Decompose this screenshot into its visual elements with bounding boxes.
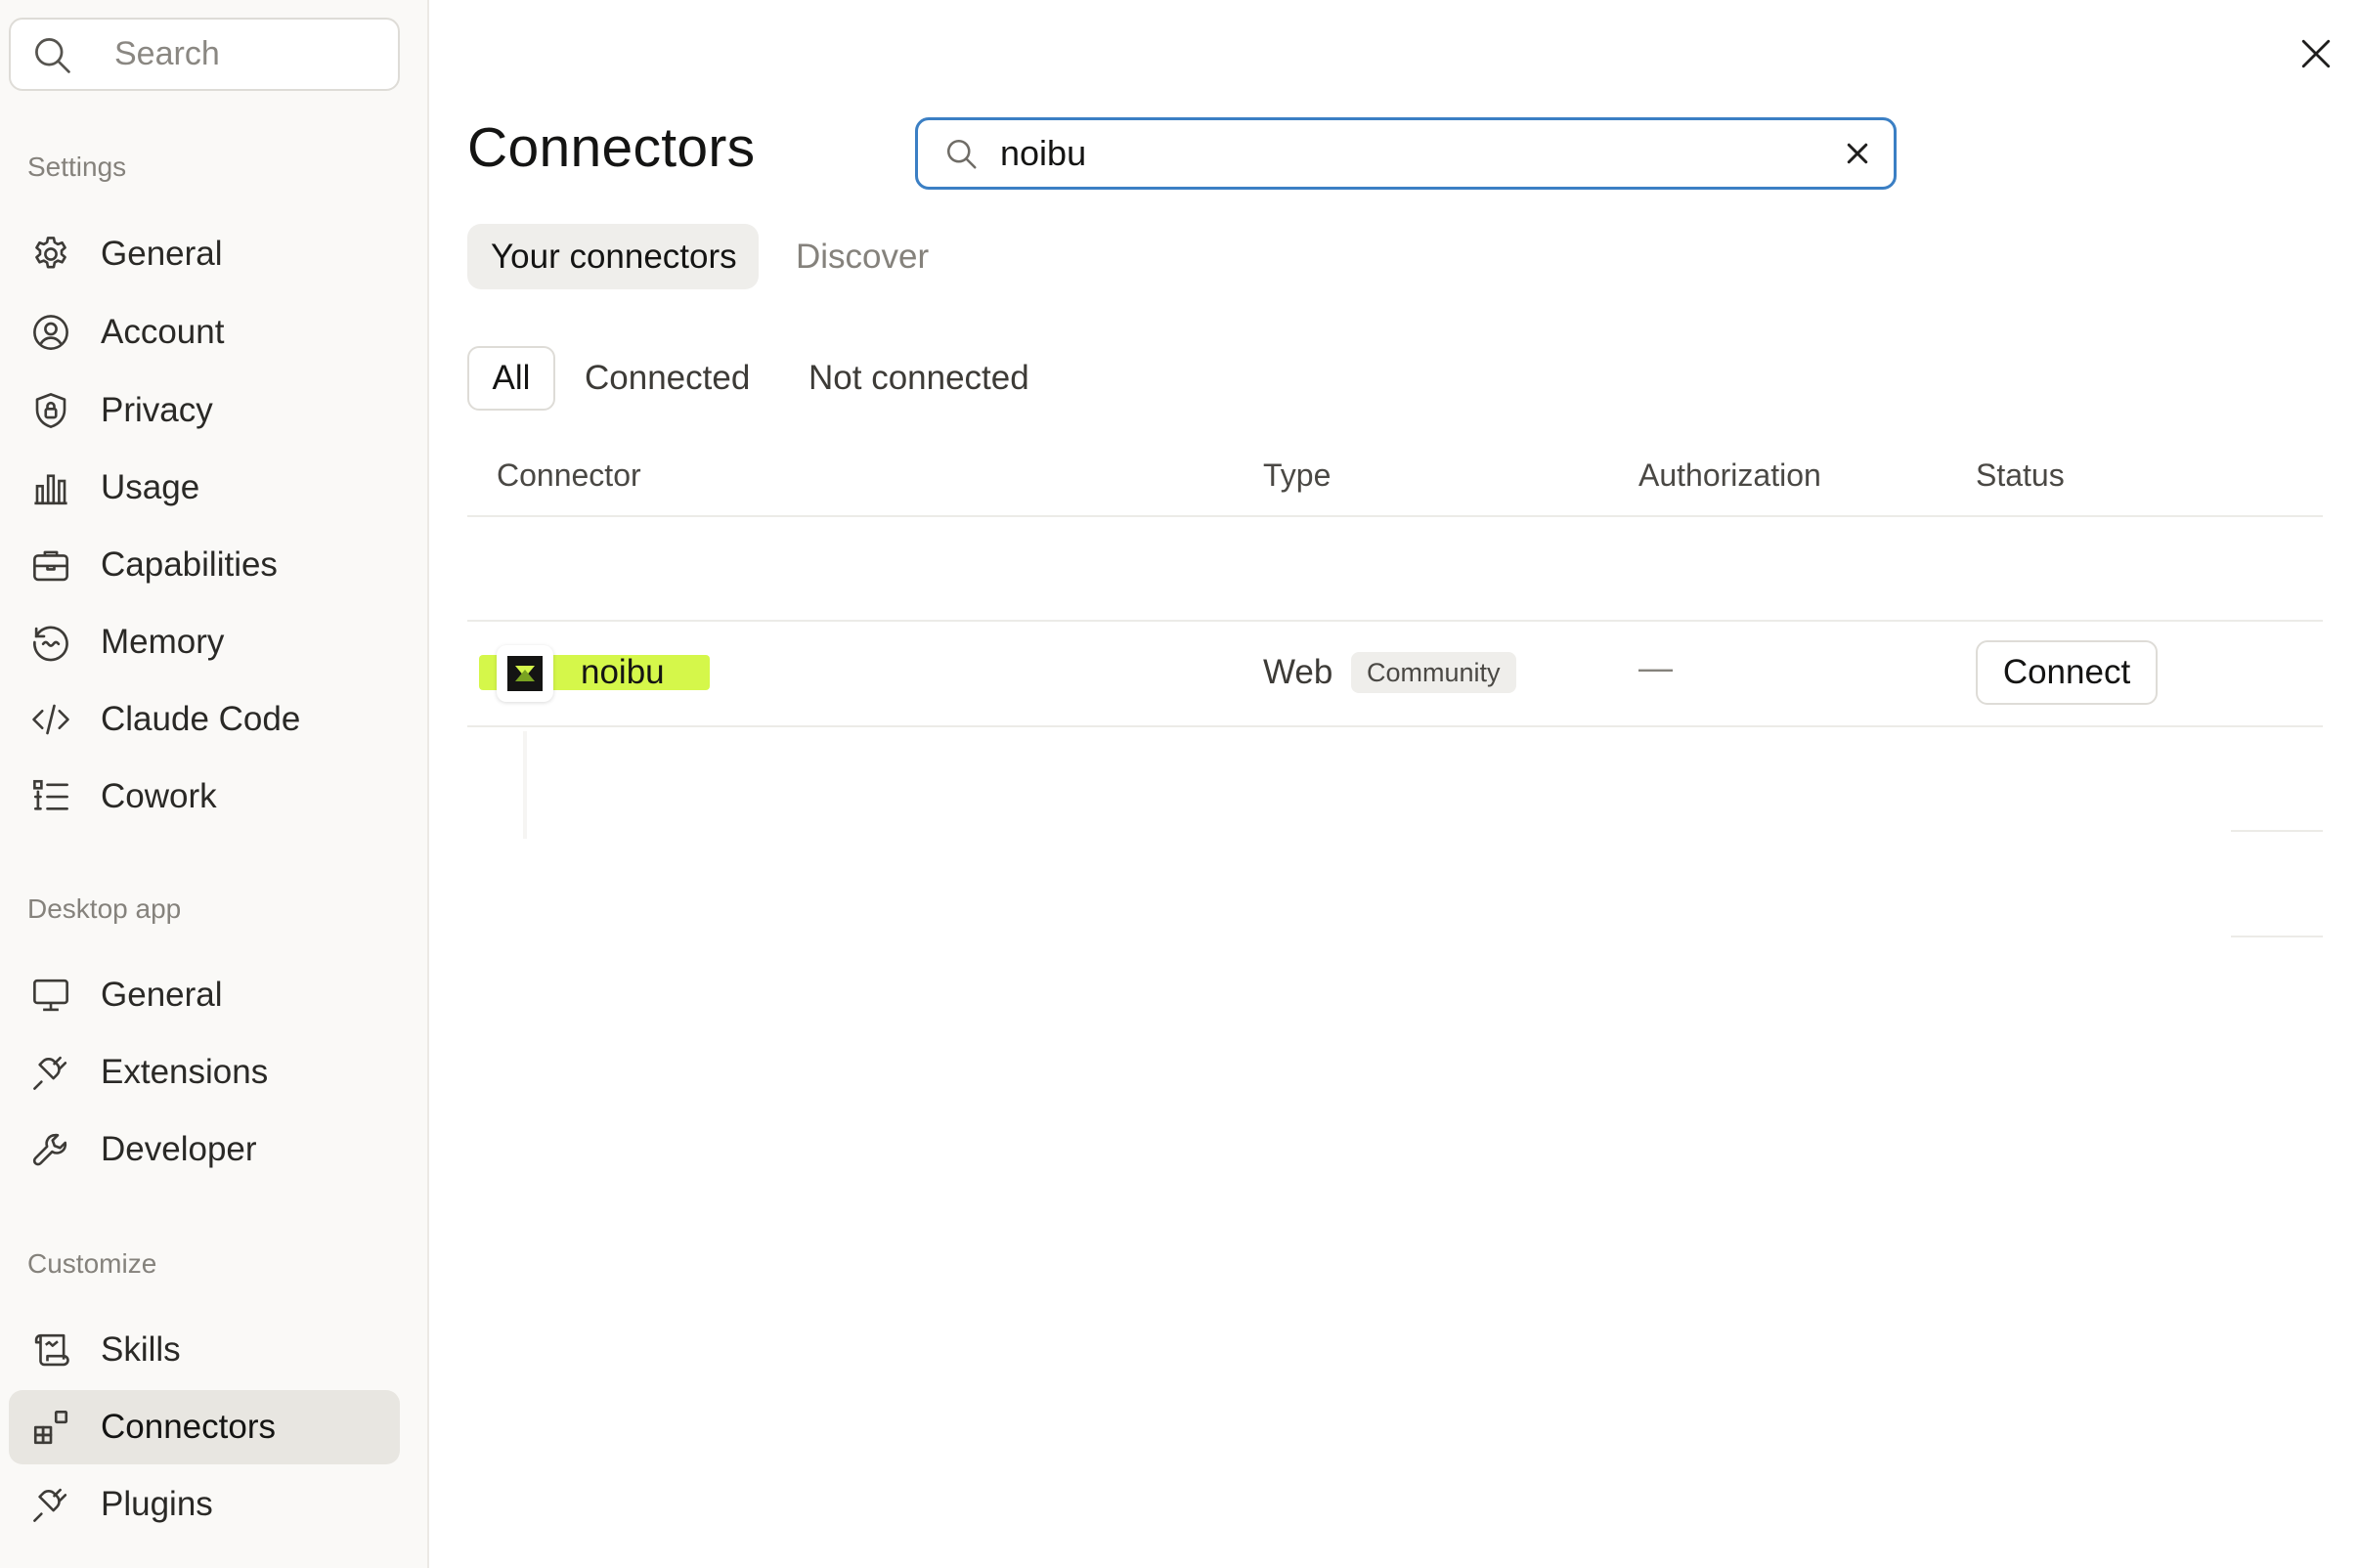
column-header-status: Status	[1976, 457, 2065, 493]
sidebar-item-label: Claude Code	[101, 700, 301, 738]
sidebar-item-label: Account	[101, 313, 225, 351]
sidebar-item-label: Developer	[101, 1130, 257, 1168]
row-divider	[2231, 830, 2323, 832]
sidebar-item-capabilities[interactable]: Capabilities	[9, 528, 400, 602]
monitor-icon	[28, 973, 73, 1018]
sidebar-item-label: Privacy	[101, 391, 213, 429]
wrench-icon	[28, 1127, 73, 1172]
section-label-settings: Settings	[27, 152, 127, 182]
sidebar-item-usage[interactable]: Usage	[9, 451, 400, 525]
sidebar-item-general[interactable]: General	[9, 217, 400, 291]
tab-discover[interactable]: Discover	[794, 224, 931, 289]
sidebar-item-developer[interactable]: Developer	[9, 1112, 400, 1187]
scroll-icon	[28, 1328, 73, 1372]
search-icon	[30, 33, 73, 76]
sidebar-item-connectors[interactable]: Connectors	[9, 1390, 400, 1464]
sidebar-item-plugins[interactable]: Plugins	[9, 1467, 400, 1542]
sidebar-item-label: Skills	[101, 1330, 181, 1369]
sidebar-item-label: Usage	[101, 468, 200, 506]
plug-icon	[28, 1050, 73, 1095]
search-icon	[943, 136, 979, 171]
sidebar-item-label: General	[101, 235, 223, 273]
sidebar-search-input[interactable]	[112, 34, 390, 74]
code-icon	[28, 697, 73, 742]
connect-button[interactable]: Connect	[1976, 640, 2158, 705]
sidebar-search[interactable]	[9, 18, 400, 91]
sidebar-item-label: Connectors	[101, 1408, 276, 1446]
authorization-value: —	[1638, 649, 1673, 687]
sidebar-item-privacy[interactable]: Privacy	[9, 373, 400, 448]
column-header-authorization: Authorization	[1638, 457, 1821, 493]
sidebar-item-account[interactable]: Account	[9, 295, 400, 370]
filter-all[interactable]: All	[467, 346, 555, 411]
connector-name[interactable]: noibu	[581, 653, 665, 692]
community-badge: Community	[1351, 652, 1516, 693]
connectors-icon	[28, 1405, 73, 1450]
connector-type: Web	[1263, 653, 1333, 691]
row-divider	[467, 725, 2323, 727]
memory-icon	[28, 620, 73, 665]
header-divider	[467, 515, 2323, 517]
sidebar-item-extensions[interactable]: Extensions	[9, 1035, 400, 1110]
column-header-connector: Connector	[497, 457, 641, 493]
column-header-type: Type	[1263, 457, 1332, 493]
plug-icon	[28, 1482, 73, 1527]
settings-sidebar: Settings General Account Privacy Usage C…	[0, 0, 429, 1568]
shield-lock-icon	[28, 388, 73, 433]
divider	[523, 731, 527, 839]
sidebar-item-label: Plugins	[101, 1485, 213, 1523]
sidebar-item-cowork[interactable]: Cowork	[9, 760, 400, 834]
close-icon	[2299, 37, 2333, 70]
bar-chart-icon	[28, 465, 73, 510]
sidebar-item-desktop-general[interactable]: General	[9, 958, 400, 1032]
tab-your-connectors[interactable]: Your connectors	[467, 224, 759, 289]
sidebar-item-label: General	[101, 976, 223, 1014]
user-circle-icon	[28, 310, 73, 355]
section-label-customize: Customize	[27, 1248, 157, 1279]
clear-search-icon[interactable]	[1843, 139, 1872, 168]
sidebar-item-label: Extensions	[101, 1053, 269, 1091]
row-divider	[2231, 936, 2323, 937]
page-title: Connectors	[467, 116, 756, 179]
connector-search-input[interactable]	[998, 132, 1804, 175]
noibu-logo-icon	[497, 645, 553, 702]
sidebar-item-label: Memory	[101, 623, 225, 661]
sidebar-item-label: Capabilities	[101, 545, 278, 584]
sidebar-item-label: Cowork	[101, 777, 217, 815]
close-button[interactable]	[2293, 31, 2338, 76]
sidebar-item-claude-code[interactable]: Claude Code	[9, 682, 400, 757]
sidebar-item-memory[interactable]: Memory	[9, 605, 400, 679]
section-label-desktop-app: Desktop app	[27, 893, 182, 924]
sidebar-item-skills[interactable]: Skills	[9, 1313, 400, 1387]
briefcase-icon	[28, 543, 73, 588]
filter-not-connected[interactable]: Not connected	[808, 346, 1029, 411]
connector-search[interactable]	[915, 117, 1897, 190]
row-divider	[467, 620, 2323, 622]
checklist-icon	[28, 774, 73, 819]
filter-connected[interactable]: Connected	[585, 346, 750, 411]
gear-icon	[28, 232, 73, 277]
